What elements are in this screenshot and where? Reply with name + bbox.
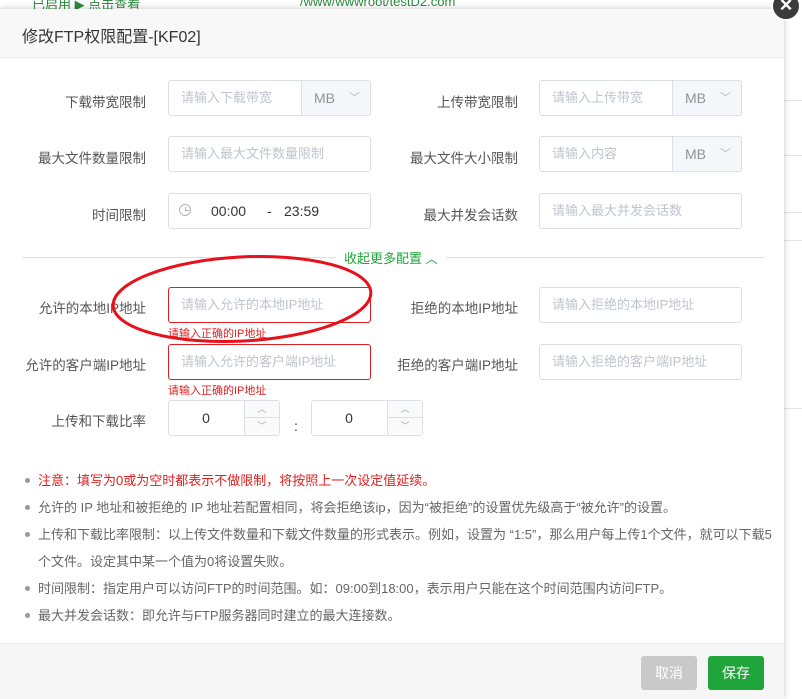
annotation-ellipse	[111, 255, 373, 343]
